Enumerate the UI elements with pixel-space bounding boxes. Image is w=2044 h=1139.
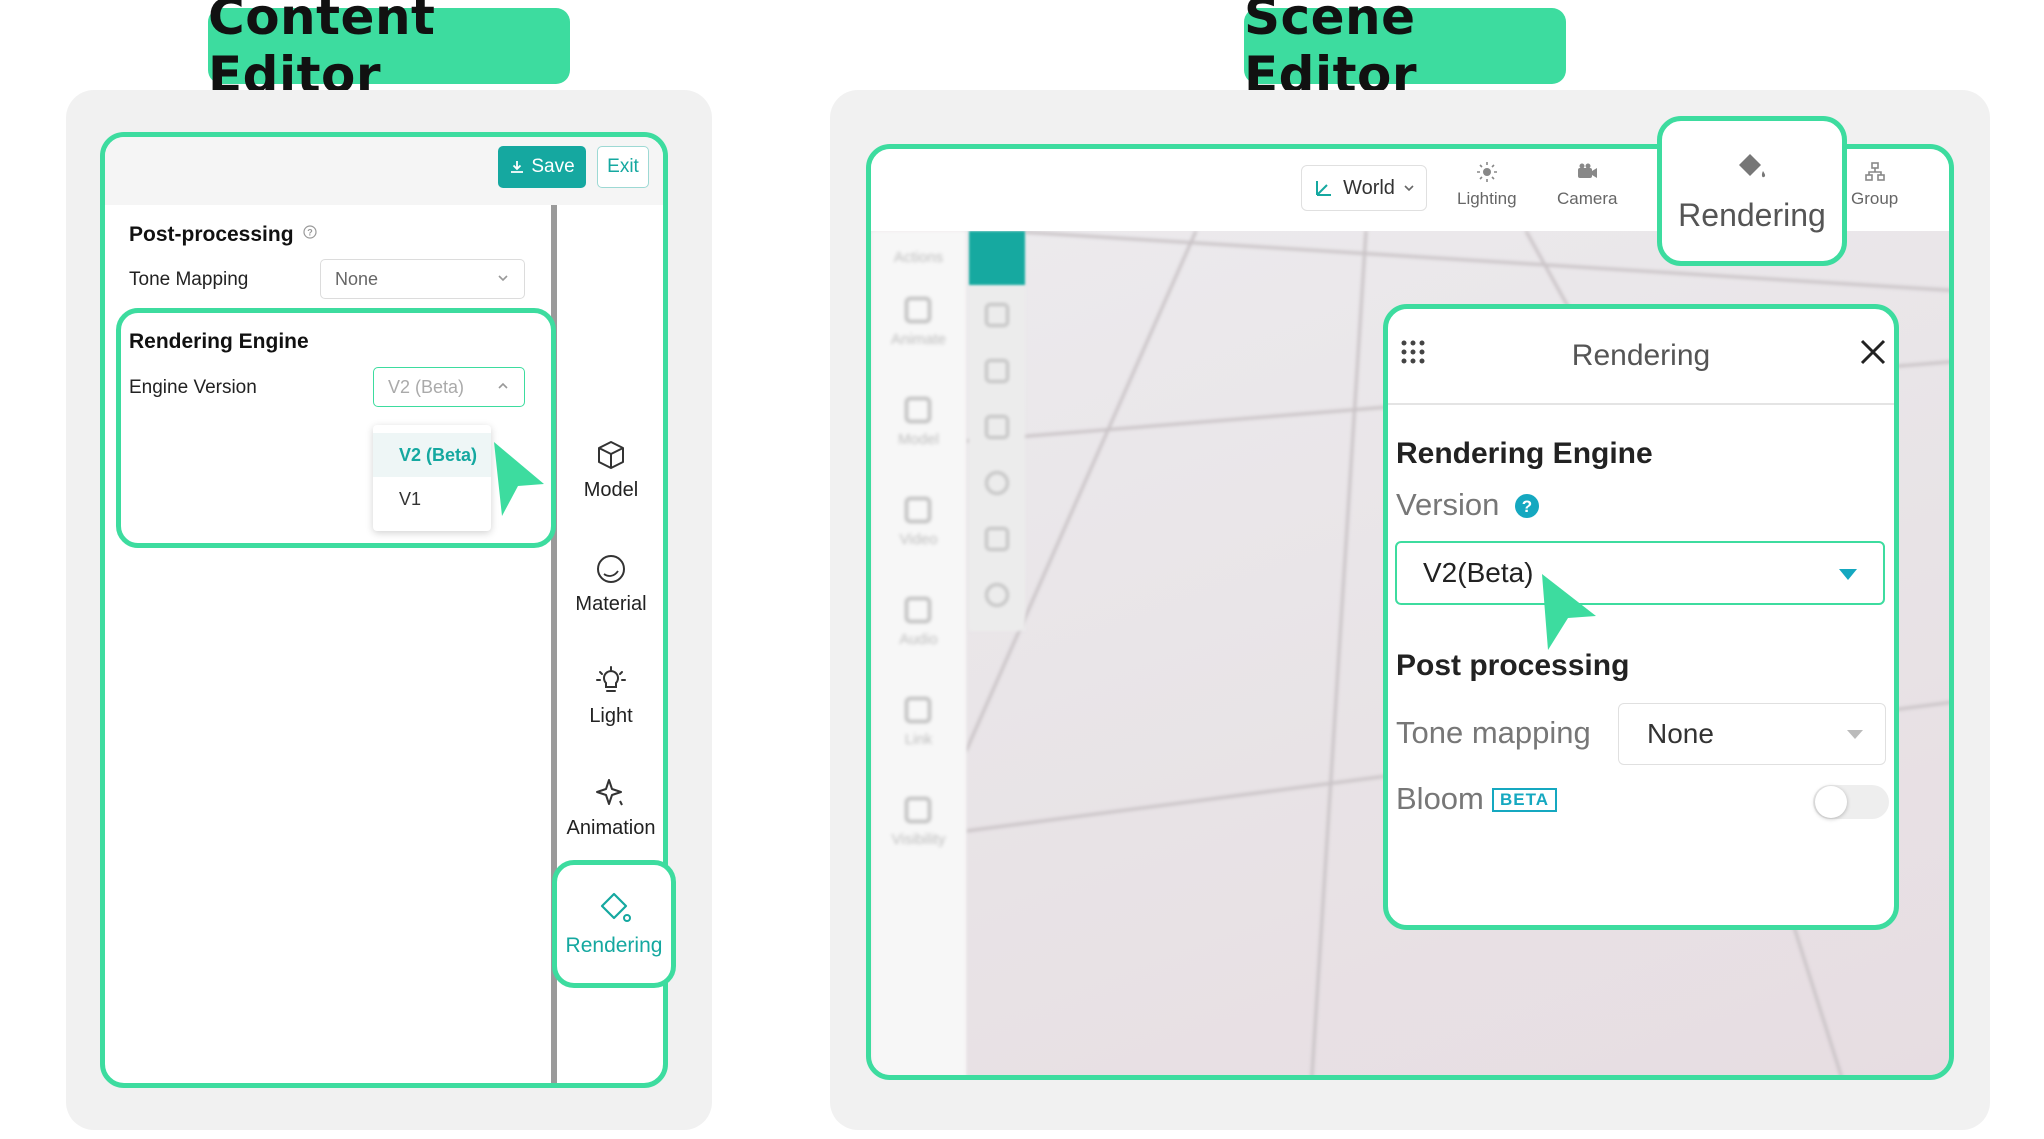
camera-icon [1578,163,1598,178]
nav-rendering-label: Rendering [565,934,663,957]
tone-mapping-select[interactable]: None [320,259,525,299]
post-processing-heading: Post processing [1396,649,1630,682]
rendering-tool-label: Rendering [1678,196,1826,233]
hide-icon[interactable] [985,583,1009,607]
help-icon[interactable]: ? [303,225,317,239]
rendering-engine-heading: Rendering Engine [1396,437,1653,470]
content-editor-title: Content Editor [208,0,570,104]
cube-icon [598,441,624,469]
tone-mapping-label: Tone Mapping [129,269,249,290]
cursor-arrow-icon [494,442,544,516]
post-processing-title: Post-processing ? [129,223,317,247]
rail-animate[interactable]: Animate [871,331,966,348]
nav-item-material[interactable]: Material [553,553,663,616]
sparkle-icon [596,779,623,806]
chevron-down-icon [1404,185,1414,192]
lighting-tool[interactable]: Lighting [1457,161,1517,209]
camera-label: Camera [1557,189,1618,208]
move-tool-active[interactable] [969,231,1025,285]
toggle-knob [1815,786,1847,818]
nav-material-label: Material [575,593,647,615]
scene-editor-title: Scene Editor [1244,0,1566,104]
fit-icon[interactable] [985,527,1009,551]
actions-rail: Actions Animate Model Video Audio Link V… [871,231,966,1075]
bloom-label: Bloom [1396,781,1484,816]
transform-tools [969,231,1025,631]
close-icon[interactable] [1858,337,1888,367]
world-label: World [1343,176,1395,199]
version-value: V2(Beta) [1423,557,1534,588]
tone-mapping-label: Tone mapping [1396,715,1591,750]
bloom-toggle[interactable] [1813,785,1889,819]
nav-item-light[interactable]: Light [553,665,663,728]
audio-icon [905,597,931,623]
actions-title: Actions [893,249,944,266]
svg-text:?: ? [1522,497,1532,516]
bulb-icon [596,666,626,692]
group-icon [1864,162,1885,181]
nav-model-label: Model [583,479,639,501]
visibility-icon [905,797,931,823]
delete-icon[interactable] [985,415,1009,439]
camera-tool[interactable]: Camera [1557,161,1617,209]
help-icon[interactable]: ? [1514,493,1540,519]
rendering-tool[interactable]: Rendering [1657,116,1847,266]
group-tool[interactable]: Group [1851,161,1898,209]
exit-button[interactable]: Exit [597,146,649,188]
axes-icon [1316,181,1332,196]
caret-down-icon [1847,730,1863,739]
sphere-icon [597,555,625,583]
scale-icon[interactable] [985,359,1009,383]
tone-mapping-value: None [1647,718,1714,749]
rail-video[interactable]: Video [871,531,966,548]
model-icon [905,397,931,423]
beta-badge: BETA [1492,788,1558,812]
paint-bucket-icon [600,892,631,922]
version-select[interactable]: V2(Beta) [1395,541,1885,605]
rail-visibility[interactable]: Visibility [871,831,966,848]
nav-item-animation[interactable]: Animation [553,777,663,840]
dialog-title: Rendering [1571,339,1711,372]
comparison-canvas: Content Editor Scene Editor Save Exit Po… [0,0,2044,1139]
rendering-dialog: Rendering Rendering Engine Version ? V2(… [1383,304,1899,930]
world-dropdown[interactable]: World [1301,165,1427,211]
save-label: Save [531,156,575,177]
nav-item-rendering[interactable]: Rendering [552,860,676,988]
dialog-separator [1388,403,1894,405]
nav-item-model[interactable]: Model [553,439,663,502]
rail-link[interactable]: Link [871,731,966,748]
caret-down-icon [1839,569,1857,580]
rail-model[interactable]: Model [871,431,966,448]
group-label: Group [1851,189,1899,208]
version-label: Version ? [1396,487,1540,523]
tone-mapping-select[interactable]: None [1618,703,1886,765]
content-editor-toolbar: Save Exit [105,137,663,205]
reset-icon[interactable] [985,471,1009,495]
nav-animation-label: Animation [566,817,656,839]
paint-bucket-icon [1739,153,1766,177]
animate-icon [905,297,931,323]
svg-text:?: ? [308,228,314,238]
lighting-label: Lighting [1457,189,1517,208]
tone-mapping-value: None [335,268,379,289]
save-button[interactable]: Save [498,146,586,188]
sun-icon [1476,162,1497,182]
nav-light-label: Light [589,705,633,727]
cursor-arrow-icon [1542,574,1596,650]
rail-audio[interactable]: Audio [871,631,966,648]
rotate-icon[interactable] [985,303,1009,327]
chevron-down-icon [498,275,508,282]
download-icon [511,161,524,173]
video-icon [905,497,931,523]
link-icon [905,697,931,723]
